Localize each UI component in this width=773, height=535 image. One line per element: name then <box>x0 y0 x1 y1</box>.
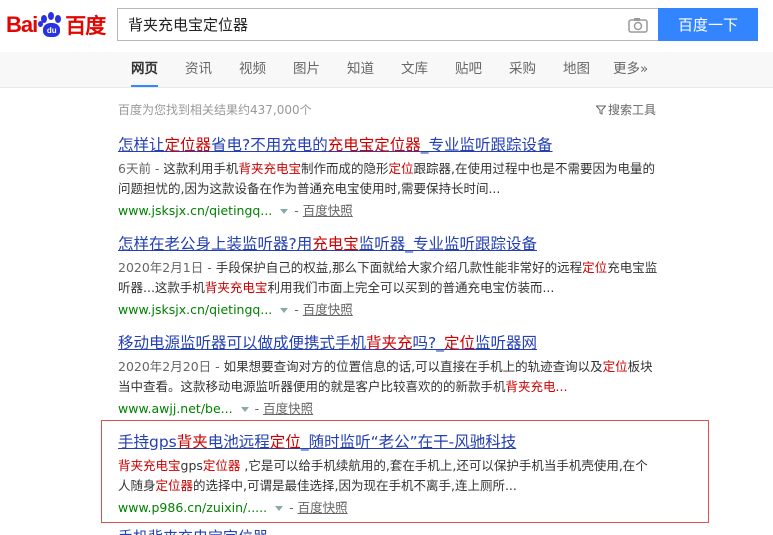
chevron-down-icon[interactable] <box>280 208 289 214</box>
snapshot-link[interactable]: 百度快照 <box>298 498 348 518</box>
chevron-down-icon[interactable] <box>275 505 284 511</box>
result-title[interactable]: 怎样让定位器省电?不用充电的充电宝定位器_专业监听跟踪设备 <box>118 135 658 155</box>
abstract-keyword: 背夹充电宝 <box>118 458 181 473</box>
title-text[interactable]: 吗?_ <box>413 334 444 352</box>
search-result: 移动电源监听器可以做成便携式手机背夹充吗?_定位监听器网 2020年2月20日 … <box>118 333 658 419</box>
result-abstract: 2020年2月1日 - 手段保护自己的权益,那么下面就给大家介绍几款性能非常好的… <box>118 258 658 298</box>
tab-news[interactable]: 资讯 <box>185 52 212 87</box>
result-title[interactable]: 怎样在老公身上装监听器?用充电宝监听器_专业监听跟踪设备 <box>118 234 658 254</box>
tab-zhidao[interactable]: 知道 <box>347 52 374 87</box>
result-date: 2020年2月1日 - <box>118 260 216 275</box>
result-url-row: www.jsksjx.cn/qietingq... - 百度快照 <box>118 300 658 320</box>
result-title[interactable]: 移动电源监听器可以做成便携式手机背夹充吗?_定位监听器网 <box>118 333 658 353</box>
search-result: 怎样让定位器省电?不用充电的充电宝定位器_专业监听跟踪设备 6天前 - 这款利用… <box>118 135 658 221</box>
tab-images[interactable]: 图片 <box>293 52 320 87</box>
result-url-row: www.awjj.net/be... - 百度快照 <box>118 399 658 419</box>
abstract-text: 的选择中,可谓是最佳选择,因为现在手机不离手,连上厕所... <box>193 478 517 493</box>
result-url-row: www.jsksjx.cn/qietingq... - 百度快照 <box>118 201 658 221</box>
abstract-keyword: 定位器 <box>155 478 194 493</box>
camera-icon[interactable] <box>628 17 648 33</box>
search-result: 怎样在老公身上装监听器?用充电宝监听器_专业监听跟踪设备 2020年2月1日 -… <box>118 234 658 320</box>
result-url[interactable]: www.jsksjx.cn/qietingq... <box>118 300 272 320</box>
chevron-down-icon[interactable] <box>240 406 249 412</box>
result-abstract: 6天前 - 这款利用手机背夹充电宝制作而成的隐形定位跟踪器,在使用过程中也是不需… <box>118 159 658 199</box>
title-keyword[interactable]: 背夹充 <box>366 334 413 352</box>
title-text[interactable]: 移动电源监听器可以做成便携式手机 <box>118 334 366 352</box>
title-text[interactable]: 怎样让 <box>118 136 165 154</box>
result-url-row: www.p986.cn/zuixin/..... - 百度快照 <box>118 498 658 518</box>
abstract-keyword: 定位 <box>582 260 608 275</box>
title-keyword[interactable]: 充电宝定位器 <box>328 136 421 154</box>
result-date: 2020年2月20日 - <box>118 359 224 374</box>
tab-tieba[interactable]: 贴吧 <box>455 52 482 87</box>
search-input[interactable] <box>118 9 618 40</box>
title-text[interactable]: _专业监听跟踪设备 <box>421 136 553 154</box>
search-nav: 网页 资讯 视频 图片 知道 文库 贴吧 采购 地图 更多» <box>0 52 773 88</box>
abstract-keyword: 背夹充电宝 <box>238 161 301 176</box>
snapshot-link[interactable]: 百度快照 <box>303 201 353 221</box>
title-text[interactable]: _随时监听“老公”在干-风驰科技 <box>301 433 516 451</box>
title-text[interactable]: 手持gps <box>118 433 177 451</box>
search-result: 手持gps背夹电池远程定位_随时监听“老公”在干-风驰科技 背夹充电宝gps定位… <box>118 432 658 518</box>
filter-icon <box>595 105 606 115</box>
title-text[interactable]: 省电?不用充电的 <box>211 136 328 154</box>
tab-map[interactable]: 地图 <box>563 52 590 87</box>
search-button[interactable]: 百度一下 <box>658 8 758 41</box>
search-tools-button[interactable]: 搜索工具 <box>595 101 656 118</box>
tab-purchase[interactable]: 采购 <box>509 52 536 87</box>
search-box <box>117 8 658 41</box>
abstract-keyword: 定位 <box>602 359 628 374</box>
logo-text-baidu-cn: 百度 <box>65 14 106 38</box>
title-keyword[interactable]: 定位器 <box>165 136 212 154</box>
paw-icon: du <box>38 12 64 38</box>
header: Bai du 百度 百度一下 <box>0 0 773 52</box>
result-url[interactable]: www.jsksjx.cn/qietingq... <box>118 201 272 221</box>
title-text[interactable]: 监听器_专业监听跟踪设备 <box>359 235 537 253</box>
chevron-down-icon[interactable] <box>280 307 289 313</box>
result-count: 百度为您找到相关结果约437,000个 <box>118 103 312 117</box>
result-title[interactable]: 手持gps背夹电池远程定位_随时监听“老公”在干-风驰科技 <box>118 432 658 452</box>
abstract-text: 利用我们市面上完全可以买到的普通充电宝仿装而... <box>267 280 555 295</box>
title-keyword[interactable]: 定位 <box>444 334 475 352</box>
snapshot-link[interactable]: 百度快照 <box>303 300 353 320</box>
result-abstract: 2020年2月20日 - 如果想要查询对方的位置信息的话,可以直接在手机上的轨迹… <box>118 357 658 397</box>
abstract-text: 如果想要查询对方的位置信息的话,可以直接在手机上的轨迹查询以及 <box>223 359 603 374</box>
baidu-logo[interactable]: Bai du 百度 <box>6 8 106 42</box>
abstract-text: gps <box>180 458 203 473</box>
title-text[interactable]: 电池远程 <box>208 433 270 451</box>
search-tools-label: 搜索工具 <box>607 103 656 117</box>
snapshot-link[interactable]: 百度快照 <box>263 399 313 419</box>
logo-text-bai: Bai <box>6 12 38 37</box>
result-date: 6天前 - <box>118 161 164 176</box>
title-text[interactable]: 怎样在老公身上装监听器?用 <box>118 235 312 253</box>
tab-video[interactable]: 视频 <box>239 52 266 87</box>
abstract-text: 制作而成的隐形 <box>300 161 389 176</box>
result-abstract: 背夹充电宝gps定位器 ,它是可以给手机续航用的,套在手机上,还可以保护手机当手… <box>118 456 658 496</box>
title-text[interactable]: 监听器网 <box>475 334 537 352</box>
abstract-keyword: 定位 <box>388 161 414 176</box>
next-result-title-partial[interactable]: 手机背夹充电宝定位器... <box>118 526 282 535</box>
title-keyword[interactable]: 背夹 <box>177 433 208 451</box>
tab-web[interactable]: 网页 <box>131 52 158 87</box>
abstract-keyword: 背夹充电宝 <box>204 280 268 295</box>
abstract-text: 这款利用手机 <box>163 161 239 176</box>
result-url[interactable]: www.p986.cn/zuixin/..... <box>118 498 267 518</box>
abstract-keyword: 定位器 <box>202 458 241 473</box>
result-url[interactable]: www.awjj.net/be... <box>118 399 233 419</box>
title-keyword[interactable]: 充电宝 <box>312 235 359 253</box>
tab-wenku[interactable]: 文库 <box>401 52 428 87</box>
logo-paw-text: du <box>43 23 61 37</box>
abstract-keyword: 背夹充电... <box>505 379 568 394</box>
tab-more[interactable]: 更多» <box>613 52 648 87</box>
title-keyword[interactable]: 定位 <box>270 433 301 451</box>
abstract-text: 手段保护自己的权益,那么下面就给大家介绍几款性能非常好的远程 <box>215 260 583 275</box>
